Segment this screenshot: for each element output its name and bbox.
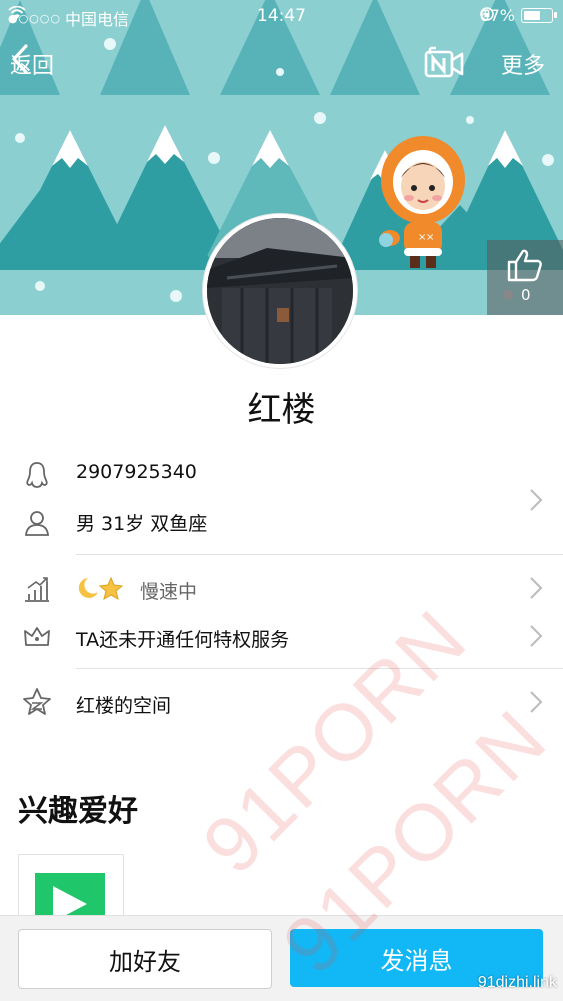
back-button[interactable]: 返回 — [10, 44, 54, 84]
avatar-image — [207, 218, 353, 364]
chevron-right-icon — [530, 577, 543, 599]
qzone-label: 红楼的空间 — [76, 695, 172, 717]
avatar[interactable] — [203, 214, 357, 368]
chevron-right-icon — [530, 625, 543, 647]
battery-icon — [521, 8, 557, 23]
chevron-right-icon — [530, 691, 543, 713]
star-icon — [23, 688, 51, 715]
svg-text:×: × — [426, 232, 434, 243]
level-chart-icon — [25, 577, 49, 602]
chevron-left-icon — [12, 44, 28, 74]
interests-title: 兴趣爱好 — [18, 794, 138, 829]
divider — [76, 554, 563, 555]
person-icon — [25, 511, 49, 536]
gender-age-row: 男 31岁 双鱼座 — [0, 506, 563, 538]
nickname: 红楼 — [247, 390, 316, 430]
like-count: 0 — [521, 286, 531, 304]
level-row[interactable]: 慢速中 — [0, 570, 563, 606]
rotation-lock-icon — [480, 7, 495, 21]
basic-info: 男 31岁 双鱼座 — [76, 513, 208, 535]
privilege-text: TA还未开通任何特权服务 — [76, 629, 290, 651]
privilege-row[interactable]: TA还未开通任何特权服务 — [0, 618, 563, 654]
level-badges-icon — [78, 576, 124, 600]
site-watermark: 91dizhi.link — [477, 974, 557, 991]
like-button[interactable]: 0 — [487, 240, 563, 315]
thumbs-up-icon — [507, 249, 542, 282]
qzone-row[interactable]: 红楼的空间 — [0, 684, 563, 720]
more-button[interactable]: 更多 — [501, 48, 545, 80]
video-call-icon — [424, 46, 464, 78]
crown-icon — [24, 627, 50, 646]
status-bar: ●○○○○ 中国电信 14:47 67% — [0, 0, 563, 32]
level-status: 慢速中 — [140, 581, 198, 603]
add-friend-button[interactable]: 加好友 — [18, 929, 272, 989]
like-status-dot — [503, 290, 513, 300]
divider — [76, 668, 563, 669]
